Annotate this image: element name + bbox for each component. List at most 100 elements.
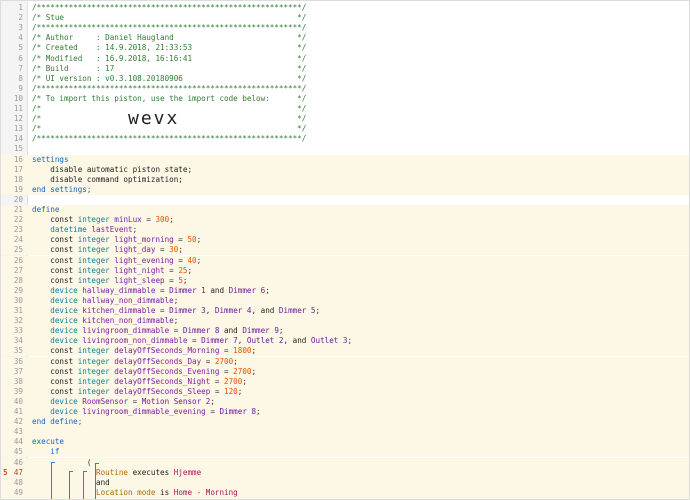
code-line[interactable]: 36 const integer delayOffSeconds_Day = 2… (1, 356, 689, 367)
code-line[interactable]: 26 const integer light_evening = 40; (1, 255, 689, 266)
code-token: = (155, 245, 170, 255)
code-token: delayOffSeconds_Morning (114, 346, 220, 356)
code-line[interactable]: 8 /* UI version : v0.3.108.20180906 */ (1, 74, 689, 84)
code-editor[interactable]: 1 /**************************************… (0, 0, 690, 500)
code-token: light_night (114, 265, 165, 275)
code-line[interactable]: 46 ( (1, 457, 689, 468)
line-number: 27 (13, 265, 23, 275)
code-token: if (32, 447, 60, 457)
code-line[interactable]: 43 (1, 427, 689, 438)
code-line[interactable]: 6 /* Modified : 16.9.2018, 16:16:41 */ (1, 54, 689, 64)
code-token: = (173, 255, 188, 265)
code-token: , (205, 306, 215, 315)
code-line[interactable]: 1 /**************************************… (1, 3, 689, 13)
line-number: 3 (18, 23, 23, 33)
code-text: const integer light_evening = 40; (32, 256, 201, 266)
code-token: = (128, 396, 142, 406)
code-line[interactable]: 29 device hallway_dimmable = Dimmer 1 an… (1, 285, 689, 296)
code-text: device kitchen_non_dimmable; (32, 316, 178, 326)
code-token: /* Build : 17 */ (32, 63, 307, 73)
code-line[interactable]: 10 /* To import this piston, use the impo… (1, 94, 689, 104)
code-token: integer (77, 376, 115, 386)
code-text: /* Build : 17 */ (32, 64, 306, 74)
code-token: = (155, 306, 170, 315)
code-text: /* Created : 14.9.2018, 21:33:53 */ (32, 43, 306, 53)
code-line[interactable]: 42 end define; (1, 417, 689, 428)
code-line[interactable]: 15 (1, 144, 689, 154)
code-line[interactable]: 33 device livingroom_dimmable = Dimmer 8… (1, 326, 689, 337)
code-token: Outlet 2 (246, 336, 284, 346)
line-number: 7 (18, 63, 23, 73)
code-line[interactable]: 31 device kitchen_dimmable = Dimmer 3, D… (1, 306, 689, 317)
code-token: Dimmer 8 (219, 407, 257, 416)
code-token: device (32, 306, 83, 315)
code-line[interactable]: 34 device livingroom_non_dimmable = Dimm… (1, 336, 689, 347)
code-line[interactable]: 28 const integer light_sleep = 5; (1, 275, 689, 286)
code-text: end define; (32, 417, 82, 427)
code-line[interactable]: 40 device RoomSensor = Motion Sensor 2; (1, 396, 689, 407)
line-number: 39 (13, 386, 23, 396)
code-line[interactable]: 44 execute (1, 437, 689, 448)
code-token: lastEvent (91, 225, 133, 235)
code-token: integer (77, 356, 115, 366)
code-line[interactable]: 47 5 Routine executes Hjemme (1, 467, 689, 478)
code-line[interactable]: 20 (1, 195, 689, 205)
code-line[interactable]: 13/* */ (1, 124, 689, 134)
code-line[interactable]: 32 device kitchen_non_dimmable; (1, 316, 689, 327)
code-token: = (164, 275, 179, 285)
code-text: const integer light_sleep = 5; (32, 276, 187, 286)
code-line[interactable]: 21 define (1, 205, 689, 216)
line-number: 37 (13, 366, 23, 376)
code-line[interactable]: 7 /* Build : 17 */ (1, 64, 689, 74)
code-line[interactable]: 35 const integer delayOffSeconds_Morning… (1, 346, 689, 357)
code-line[interactable]: 16 settings (1, 154, 689, 165)
code-line[interactable]: 9 /**************************************… (1, 84, 689, 94)
code-line[interactable]: 22 const integer minLux = 300; (1, 215, 689, 226)
code-token: 1800 (233, 346, 252, 356)
code-line[interactable]: 11/* */ (1, 104, 689, 114)
code-line[interactable]: 49 Location mode is Home - Morning (1, 487, 689, 498)
code-line[interactable]: 30 device hallway_non_dimmable; (1, 295, 689, 306)
code-line[interactable]: 45 if (1, 447, 689, 458)
code-token: /* To import this piston, use the import… (32, 93, 307, 103)
code-token: ; (173, 295, 179, 305)
code-token: 50 (187, 235, 197, 245)
code-line[interactable]: 3 /**************************************… (1, 23, 689, 33)
line-number: 28 (13, 275, 23, 285)
code-line[interactable]: 4 /* Author : Daniel Haugland */ (1, 33, 689, 43)
code-line[interactable]: 23 datetime lastEvent; (1, 225, 689, 236)
code-token: light_sleep (114, 275, 165, 285)
code-text: /* Author : Daniel Haugland */ (32, 33, 306, 43)
code-line[interactable]: 25 const integer light_day = 30; (1, 245, 689, 256)
code-token: const (32, 275, 78, 285)
code-token: integer (77, 386, 115, 396)
code-line[interactable]: 18 disable command optimization; (1, 174, 689, 185)
code-line[interactable]: 37 const integer delayOffSeconds_Evening… (1, 366, 689, 377)
code-line[interactable]: 14 /*************************************… (1, 134, 689, 144)
code-text: const integer light_night = 25; (32, 266, 192, 276)
code-line[interactable]: 41 device livingroom_dimmable_evening = … (1, 407, 689, 418)
line-number: 40 (13, 396, 23, 406)
code-line[interactable]: 48 and (1, 477, 689, 488)
code-text: Routine executes Hjemme (32, 468, 201, 478)
code-token: Routine (32, 467, 129, 477)
code-token: datetime (32, 225, 92, 235)
code-line[interactable]: 12/* */ (1, 114, 689, 124)
code-line[interactable]: 2 /* Stue */ (1, 13, 689, 23)
code-line[interactable]: 27 const integer light_night = 25; (1, 265, 689, 276)
code-token: ; (265, 285, 270, 295)
code-line[interactable]: 17 disable automatic piston state; (1, 164, 689, 175)
line-number: 26 (13, 255, 23, 265)
code-line[interactable]: 19 end settings; (1, 184, 689, 195)
code-token: /***************************************… (32, 23, 307, 33)
code-line[interactable]: 24 const integer light_morning = 50; (1, 235, 689, 246)
code-line[interactable]: 5 /* Created : 14.9.2018, 21:33:53 */ (1, 43, 689, 53)
code-line[interactable]: 39 const integer delayOffSeconds_Sleep =… (1, 386, 689, 397)
code-token: ; (315, 306, 321, 315)
code-token: device (32, 336, 83, 346)
code-line[interactable]: 38 const integer delayOffSeconds_Night =… (1, 376, 689, 387)
code-token: /***************************************… (32, 83, 307, 93)
code-token: ; (196, 255, 202, 265)
condition-group-guide-inner (95, 463, 96, 499)
condition-group-guide-middle (83, 471, 84, 499)
